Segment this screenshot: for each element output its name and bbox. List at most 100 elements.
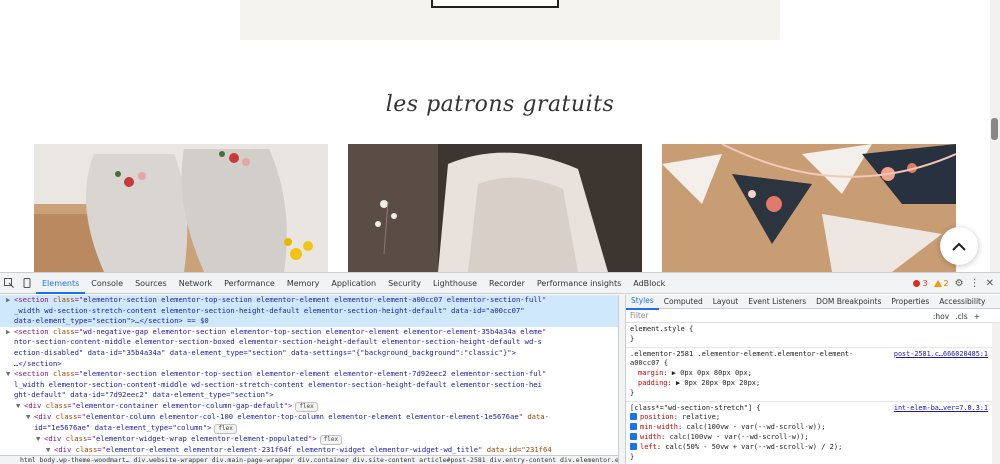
tab-sources[interactable]: Sources: [129, 273, 173, 294]
dom-node[interactable]: ▼ <section class="elementor-section eleme…: [0, 369, 618, 380]
gear-icon[interactable]: ⚙: [955, 278, 964, 289]
error-badge[interactable]: 3: [913, 279, 928, 288]
css-colon: :: [667, 378, 676, 387]
tab-performance[interactable]: Performance: [218, 273, 281, 294]
attr-quote: ": [541, 369, 547, 379]
expand-triangle-icon[interactable]: ▼: [6, 369, 14, 380]
expand-triangle-icon[interactable]: ▶: [6, 327, 14, 338]
devtools-tabs: Elements Console Sources Network Performance…: [36, 273, 671, 294]
inspect-element-icon[interactable]: [0, 273, 18, 294]
attr-quote: ": [541, 326, 547, 336]
tag-close: >: [312, 433, 317, 443]
warning-badge[interactable]: 2: [933, 279, 949, 288]
panel-splitter[interactable]: [618, 295, 626, 464]
css-selector: a00cc07 {: [630, 359, 668, 368]
checkbox[interactable]: [630, 413, 637, 421]
dom-node[interactable]: …</section>: [0, 359, 618, 370]
styles-filter-tools: :hov .cls +: [933, 309, 980, 323]
css-declaration: min-width: calc(100vw - var(--wd-scroll-…: [630, 423, 996, 433]
dom-node[interactable]: _width wd-section-stretch-content elemen…: [0, 305, 618, 317]
pattern-card-slippers[interactable]: [34, 144, 328, 272]
tab-recorder[interactable]: Recorder: [483, 273, 531, 294]
css-colon: :: [661, 432, 670, 441]
tab-adblock[interactable]: AdBlock: [627, 273, 671, 294]
flex-badge[interactable]: flex: [214, 423, 237, 434]
dom-node[interactable]: ▶ <section class="elementor-section eleme…: [0, 295, 618, 306]
expand-triangle-icon[interactable]: ▶: [6, 295, 14, 306]
dom-node[interactable]: ection-disabled" data-id="35b4a34a" data…: [0, 348, 618, 359]
filter-tool[interactable]: +: [974, 312, 980, 321]
node-text: id="1e5676ae" data-element_type="column"…: [34, 422, 212, 432]
styles-tab-accessibility[interactable]: Accessibility: [934, 295, 990, 309]
dom-node[interactable]: ▶ <section class="wd-negative-gap element…: [0, 327, 618, 338]
dom-node[interactable]: ntor-section-content-middle elementor-se…: [0, 337, 618, 348]
css-colon: :: [673, 413, 683, 422]
tab-memory[interactable]: Memory: [281, 273, 326, 294]
node-text: ght-default" data-id="7d92eec2" data-ele…: [14, 390, 274, 400]
checkbox[interactable]: [630, 423, 637, 431]
dom-breadcrumbs[interactable]: html body.wp-theme-woodmart… div.website…: [0, 455, 618, 464]
attr-value: wd-negative-gap elementor-section elemen…: [83, 326, 542, 336]
attr-name: class: [55, 411, 78, 421]
device-toolbar-icon[interactable]: [18, 273, 36, 294]
styles-scrollbar[interactable]: [992, 323, 1000, 464]
flex-badge[interactable]: flex: [295, 401, 318, 412]
close-icon[interactable]: ✕: [986, 278, 994, 289]
css-rule: element.style {}: [626, 323, 1000, 348]
dom-node[interactable]: id="1e5676ae" data-element_type="column"…: [0, 423, 618, 434]
pattern-card-blanket[interactable]: [348, 144, 642, 272]
tag-open: <div: [34, 411, 56, 421]
tab-network[interactable]: Network: [173, 273, 218, 294]
css-property: left: [640, 442, 657, 451]
node-text: _width wd-section-stretch-content elemen…: [14, 305, 525, 315]
css-source-link[interactable]: post-2581.c…666020485:1: [894, 350, 988, 360]
attr-name: class: [52, 326, 75, 336]
styles-tab-layout[interactable]: Layout: [708, 295, 744, 309]
tab-security[interactable]: Security: [382, 273, 427, 294]
attr-name: class: [75, 444, 98, 454]
css-value: ▶ 0px 20px 0px 20px;: [675, 378, 761, 387]
checkbox[interactable]: [630, 432, 637, 440]
elements-tree[interactable]: ▶ <section class="elementor-section eleme…: [0, 295, 618, 455]
css-rule: int-elem-ba…ver=7.0.3:1 [class*="wd-secti…: [626, 402, 1000, 464]
styles-tab-properties[interactable]: Properties: [886, 295, 934, 309]
filter-tool[interactable]: :hov: [933, 312, 949, 321]
expand-triangle-icon[interactable]: ▼: [16, 401, 24, 412]
dom-node[interactable]: ▼ <div class="elementor-container element…: [0, 401, 618, 412]
attr-value: elementor-container elementor-column-gap…: [75, 400, 284, 410]
styles-tab-event-listeners[interactable]: Event Listeners: [743, 295, 811, 309]
dom-node[interactable]: data-element_type="section">…</section> …: [0, 316, 618, 327]
expand-triangle-icon[interactable]: ▼: [26, 412, 34, 423]
tab-elements[interactable]: Elements: [36, 273, 86, 294]
styles-tab-computed[interactable]: Computed: [659, 295, 708, 309]
styles-tab-dom-breakpoints[interactable]: DOM Breakpoints: [811, 295, 886, 309]
attr-value: elementor-section elementor-top-section …: [83, 369, 542, 379]
more-options-icon[interactable]: ⋮: [970, 278, 980, 289]
flex-badge[interactable]: flex: [319, 434, 343, 445]
dom-node[interactable]: ght-default" data-id="7d92eec2" data-ele…: [0, 390, 618, 401]
top-button-outline[interactable]: [431, 0, 559, 8]
filter-tool[interactable]: .cls: [955, 312, 968, 321]
node-text: data-element_type="section">…</section> …: [14, 316, 209, 326]
attr-value: elementor-section elementor-top-section …: [83, 295, 542, 304]
tab-console[interactable]: Console: [85, 273, 129, 294]
expand-triangle-icon[interactable]: ▼: [46, 445, 54, 455]
dom-node[interactable]: ▼ <div class="elementor-widget-wrap eleme…: [0, 434, 618, 445]
dom-node[interactable]: l_width elementor-section-content-middle…: [0, 380, 618, 391]
tab-lighthouse[interactable]: Lighthouse: [427, 273, 483, 294]
tab-performance-insights[interactable]: Performance insights: [531, 273, 627, 294]
tab-application[interactable]: Application: [325, 273, 382, 294]
css-source-link[interactable]: int-elem-ba…ver=7.0.3:1: [894, 404, 988, 414]
dom-node[interactable]: ▼ <div class="elementor-element elementor…: [0, 445, 618, 455]
checkbox[interactable]: [630, 442, 637, 450]
expand-triangle-icon[interactable]: ▼: [36, 434, 44, 445]
tag-open: <div: [54, 444, 76, 454]
css-value: ▶ 0px 0px 80px 0px;: [671, 369, 752, 378]
styles-filter-input[interactable]: Filter: [630, 311, 649, 320]
scroll-to-top-button[interactable]: [940, 227, 978, 265]
pattern-card-garland[interactable]: [662, 144, 956, 272]
dom-node[interactable]: ▼ <div class="elementor-column elementor-…: [0, 412, 618, 423]
attr-eq: =": [74, 326, 84, 336]
styles-tab-styles[interactable]: Styles: [626, 295, 659, 310]
page-scrollbar-thumb[interactable]: [991, 118, 998, 140]
